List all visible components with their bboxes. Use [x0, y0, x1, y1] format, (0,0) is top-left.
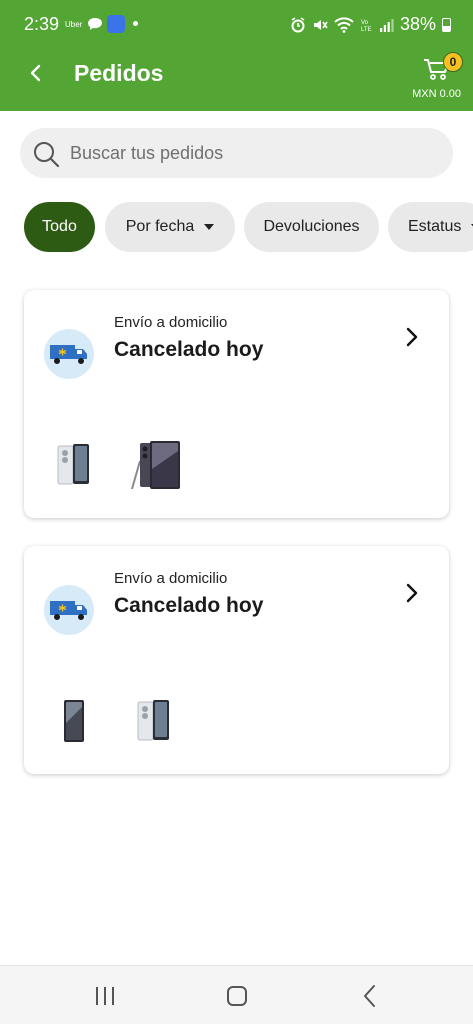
filter-chip-por-fecha[interactable]: Por fecha	[105, 202, 235, 252]
search-input[interactable]	[70, 128, 440, 178]
cart-total: MXN 0.00	[412, 88, 461, 100]
uber-notification-label: Uber	[65, 20, 83, 29]
chevron-right-icon[interactable]	[405, 582, 419, 604]
system-navigation-bar	[0, 965, 473, 1024]
filter-chip-label: Todo	[42, 218, 77, 235]
chat-icon	[87, 17, 103, 36]
more-notifications-dot	[133, 21, 138, 26]
order-card[interactable]: Envío a domicilio Cancelado hoy	[24, 290, 449, 518]
wifi-icon	[334, 16, 354, 33]
search-bar[interactable]	[20, 128, 453, 178]
filter-chip-todo[interactable]: Todo	[24, 202, 95, 252]
status-bar: 2:39 Uber Vo LTE 38%	[0, 0, 473, 50]
product-thumbnail-phone-white	[137, 700, 169, 741]
delivery-type: Envío a domicilio	[114, 314, 228, 331]
top-bar: 2:39 Uber Vo LTE 38% Pedidos 0 MXN 0.00	[0, 0, 473, 111]
delivery-type: Envío a domicilio	[114, 570, 228, 587]
recent-apps-icon[interactable]	[90, 981, 120, 1011]
status-time: 2:39	[24, 14, 60, 34]
alarm-icon	[291, 16, 305, 32]
header: Pedidos 0 MXN 0.00	[0, 50, 473, 111]
product-thumbnail-phone-dark	[131, 441, 180, 490]
battery-percent: 38%	[399, 14, 436, 34]
battery-icon	[442, 17, 451, 32]
dropdown-caret-icon	[204, 224, 215, 230]
svg-text:Vo: Vo	[361, 20, 369, 26]
signal-icon	[379, 18, 394, 32]
filter-chip-devoluciones[interactable]: Devoluciones	[244, 202, 379, 252]
filter-chips: Todo Por fecha Devoluciones Estatus	[24, 202, 473, 252]
cart-count-badge: 0	[443, 52, 463, 72]
filter-chip-estatus[interactable]: Estatus	[388, 202, 473, 252]
orders-screen: 2:39 Uber VoLTE 38% Pedidos 0 MXN 0.00	[0, 0, 473, 1024]
filter-chip-label: Devoluciones	[263, 218, 360, 235]
delivery-truck-icon	[44, 585, 94, 635]
mute-icon	[313, 19, 328, 30]
chevron-right-icon[interactable]	[405, 326, 419, 348]
order-status: Cancelado hoy	[114, 338, 264, 361]
order-card[interactable]: Envío a domicilio Cancelado hoy	[24, 546, 449, 774]
back-arrow-icon[interactable]	[26, 62, 46, 84]
app-notification-icon	[107, 15, 125, 33]
filter-chip-label: Estatus	[408, 218, 462, 235]
product-thumbnail-phone-white	[57, 444, 89, 485]
filter-chip-label: Por fecha	[125, 218, 195, 235]
search-icon	[34, 142, 60, 168]
volte-icon: VoLTE	[361, 20, 372, 33]
order-status: Cancelado hoy	[114, 594, 264, 617]
delivery-truck-icon	[44, 329, 94, 379]
status-icons: Vo LTE 38%	[290, 14, 451, 35]
page-title: Pedidos	[74, 60, 164, 86]
home-icon[interactable]	[222, 981, 252, 1011]
product-thumbnail-phone-dark	[64, 700, 84, 742]
back-icon[interactable]	[355, 981, 385, 1011]
svg-text:LTE: LTE	[361, 27, 372, 33]
